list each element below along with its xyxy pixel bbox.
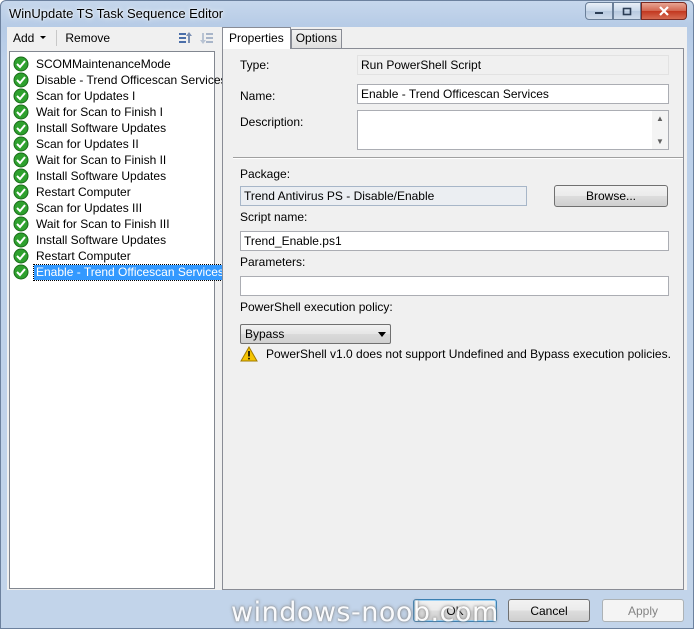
sequence-toolbar: Add Remove xyxy=(7,27,217,49)
title-bar[interactable]: WinUpdate TS Task Sequence Editor xyxy=(1,1,693,27)
toolbar-icons xyxy=(177,30,215,46)
script-name-input[interactable]: Trend_Enable.ps1 xyxy=(240,231,669,251)
maximize-button[interactable] xyxy=(613,2,641,20)
tree-item-label: Install Software Updates xyxy=(36,168,167,183)
minimize-button[interactable] xyxy=(585,2,613,20)
type-label: Type: xyxy=(240,58,270,72)
script-name-label: Script name: xyxy=(240,210,308,224)
editor-window: WinUpdate TS Task Sequence Editor Add Re… xyxy=(0,0,694,629)
tree-item-label: Wait for Scan to Finish I xyxy=(36,104,163,119)
execution-policy-value: Bypass xyxy=(245,327,285,341)
success-check-icon xyxy=(13,136,29,152)
tree-item-label: Restart Computer xyxy=(36,248,131,263)
description-textarea[interactable]: ▲ ▼ xyxy=(357,110,669,150)
tree-item-step[interactable]: Restart Computer xyxy=(13,184,133,200)
tab-properties[interactable]: Properties xyxy=(222,27,291,49)
execution-policy-select[interactable]: Bypass xyxy=(240,324,391,344)
tree-item-label: Scan for Updates II xyxy=(36,136,139,151)
remove-label: Remove xyxy=(65,31,111,45)
task-sequence-tree[interactable]: SCOMMaintenanceMode Disable - Trend Offi… xyxy=(9,51,227,589)
task-sequence-pane: Add Remove SCOMMaintenanceMode Disable -… xyxy=(7,27,227,590)
execution-policy-label: PowerShell execution policy: xyxy=(240,300,393,314)
tree-item-step[interactable]: Restart Computer xyxy=(13,248,133,264)
tree-item-label: Enable - Trend Officescan Services xyxy=(33,263,227,281)
package-field: Trend Antivirus PS - Disable/Enable xyxy=(240,186,527,206)
chevron-down-icon xyxy=(40,36,47,39)
description-label: Description: xyxy=(240,115,304,129)
success-check-icon xyxy=(13,264,29,280)
warning-message: PowerShell v1.0 does not support Undefin… xyxy=(266,347,671,361)
tree-item-label: Restart Computer xyxy=(36,184,131,199)
name-label: Name: xyxy=(240,89,276,103)
tree-item-label: Disable - Trend Officescan Services xyxy=(36,72,227,87)
success-check-icon xyxy=(13,152,29,168)
tree-item-step-selected[interactable]: Enable - Trend Officescan Services xyxy=(13,263,227,281)
scroll-up-icon[interactable]: ▲ xyxy=(656,114,664,123)
success-check-icon xyxy=(13,88,29,104)
success-check-icon xyxy=(13,216,29,232)
tree-item-step[interactable]: Scan for Updates II xyxy=(13,136,141,152)
properties-panel: Type: Run PowerShell Script Name: Enable… xyxy=(222,48,684,590)
cancel-button[interactable]: Cancel xyxy=(508,599,590,622)
tree-item-step[interactable]: Wait for Scan to Finish II xyxy=(13,152,168,168)
window-title: WinUpdate TS Task Sequence Editor xyxy=(9,6,224,21)
parameters-label: Parameters: xyxy=(240,255,306,269)
apply-button[interactable]: Apply xyxy=(602,599,684,622)
warning-icon xyxy=(240,346,258,362)
tree-item-step[interactable]: Scan for Updates I xyxy=(13,88,137,104)
tab-options[interactable]: Options xyxy=(290,29,343,48)
move-down-icon[interactable] xyxy=(199,30,215,46)
minimize-icon xyxy=(595,12,603,14)
success-check-icon xyxy=(13,56,29,72)
maximize-icon xyxy=(622,7,632,15)
tab-strip: Properties Options xyxy=(222,27,343,49)
properties-pane: Properties Options Type: Run PowerShell … xyxy=(221,27,687,590)
tree-item-step[interactable]: Disable - Trend Officescan Services xyxy=(13,72,229,88)
client-area: Add Remove SCOMMaintenanceMode Disable -… xyxy=(7,27,687,590)
success-check-icon xyxy=(13,232,29,248)
tree-item-label: Wait for Scan to Finish II xyxy=(36,152,167,167)
tree-item-step[interactable]: Wait for Scan to Finish III xyxy=(13,216,172,232)
tree-item-step[interactable]: Install Software Updates xyxy=(13,120,168,136)
tree-item-step[interactable]: Scan for Updates III xyxy=(13,200,144,216)
remove-button[interactable]: Remove xyxy=(59,28,116,48)
chevron-down-icon xyxy=(378,332,386,337)
success-check-icon xyxy=(13,248,29,264)
site-watermark: windows-noob.com xyxy=(231,597,499,628)
tree-item-step[interactable]: SCOMMaintenanceMode xyxy=(13,56,173,72)
tree-item-label: Scan for Updates III xyxy=(36,200,143,215)
tree-item-label: Scan for Updates I xyxy=(36,88,136,103)
tree-item-step[interactable]: Wait for Scan to Finish I xyxy=(13,104,165,120)
tree-item-step[interactable]: Install Software Updates xyxy=(13,168,168,184)
success-check-icon xyxy=(13,168,29,184)
name-input[interactable]: Enable - Trend Officescan Services xyxy=(357,84,669,104)
move-up-icon[interactable] xyxy=(177,30,193,46)
toolbar-separator xyxy=(56,30,58,46)
success-check-icon xyxy=(13,72,29,88)
success-check-icon xyxy=(13,120,29,136)
close-button[interactable] xyxy=(641,2,687,20)
tree-item-label: Install Software Updates xyxy=(36,232,167,247)
tree-item-label: Wait for Scan to Finish III xyxy=(36,216,170,231)
success-check-icon xyxy=(13,184,29,200)
policy-warning: PowerShell v1.0 does not support Undefin… xyxy=(240,346,671,362)
success-check-icon xyxy=(13,104,29,120)
scroll-down-icon[interactable]: ▼ xyxy=(656,137,664,146)
add-menu-button[interactable]: Add xyxy=(7,28,54,48)
package-label: Package: xyxy=(240,167,291,181)
tree-item-label: SCOMMaintenanceMode xyxy=(36,56,171,71)
tree-item-label: Install Software Updates xyxy=(36,120,167,135)
tree-item-step[interactable]: Install Software Updates xyxy=(13,232,168,248)
caption-buttons xyxy=(585,2,687,20)
close-icon xyxy=(659,6,669,16)
type-value: Run PowerShell Script xyxy=(357,55,669,75)
success-check-icon xyxy=(13,200,29,216)
parameters-input[interactable] xyxy=(240,276,669,296)
browse-button[interactable]: Browse... xyxy=(554,185,668,207)
section-divider xyxy=(233,157,683,159)
add-label: Add xyxy=(13,31,35,45)
description-scrollbar[interactable]: ▲ ▼ xyxy=(652,111,668,149)
